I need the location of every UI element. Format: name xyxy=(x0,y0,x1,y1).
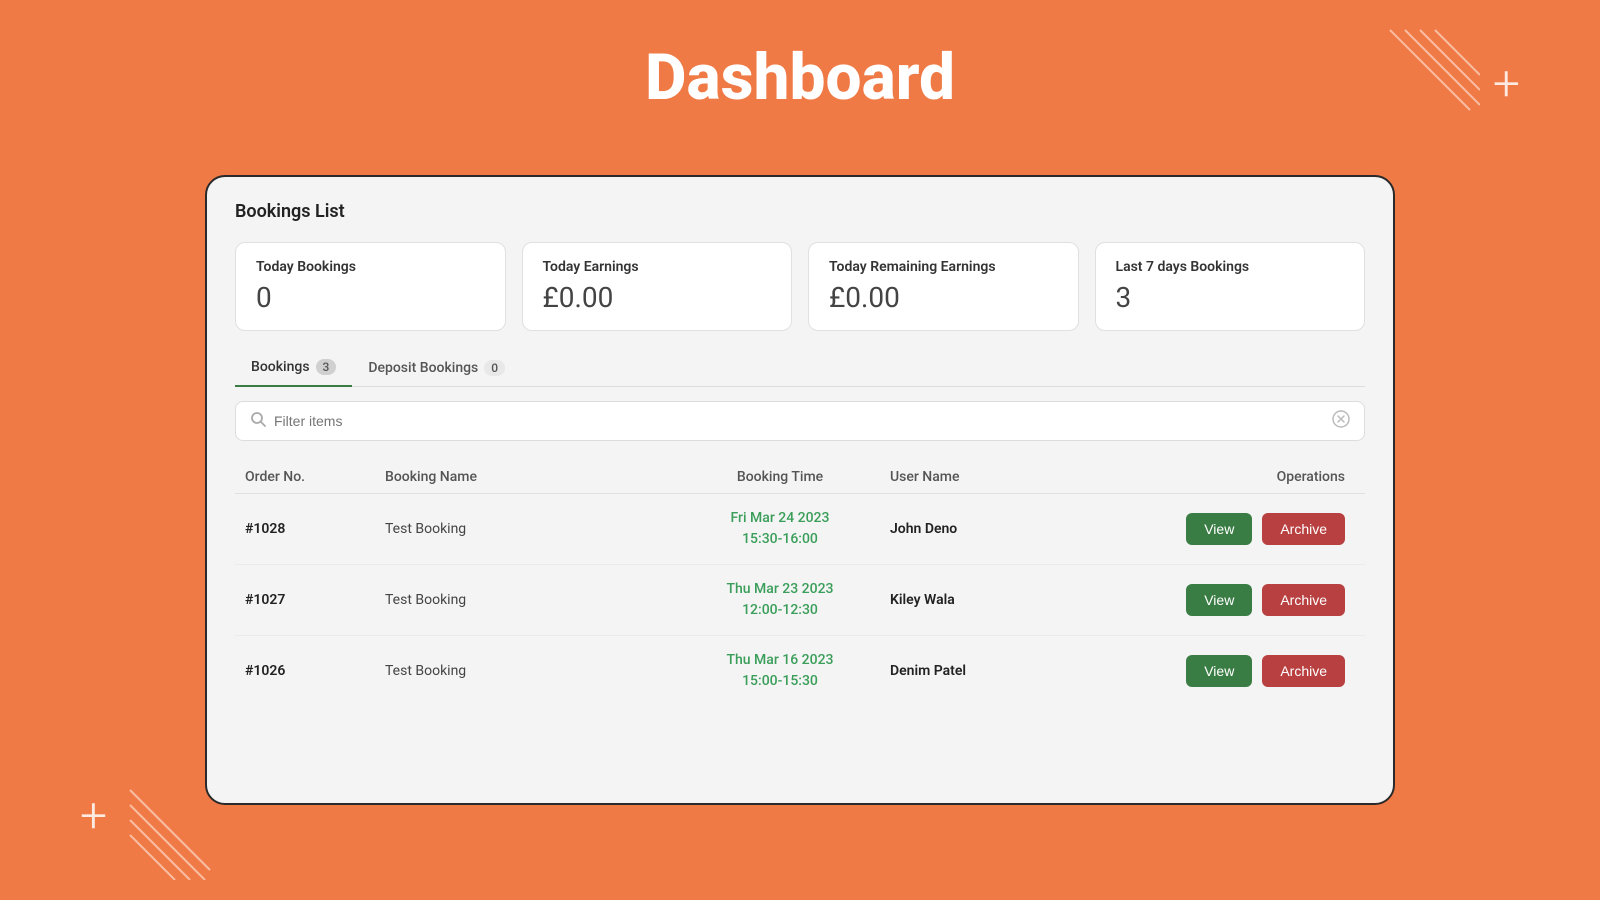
cell-order-1027: #1027 xyxy=(245,592,385,608)
cell-user-1028: John Deno xyxy=(890,521,1070,537)
cell-order-1026: #1026 xyxy=(245,663,385,679)
stat-value-remaining-earnings: £0.00 xyxy=(829,281,1058,314)
search-icon xyxy=(250,411,266,431)
cell-booking-name-1028: Test Booking xyxy=(385,521,670,537)
stat-card-last7days: Last 7 days Bookings 3 xyxy=(1095,242,1366,331)
cell-time-1027: Thu Mar 23 2023 12:00-12:30 xyxy=(670,579,890,621)
col-header-operations: Operations xyxy=(1070,469,1355,485)
stats-row: Today Bookings 0 Today Earnings £0.00 To… xyxy=(235,242,1365,331)
cell-user-1027: Kiley Wala xyxy=(890,592,1070,608)
stat-label-today-earnings: Today Earnings xyxy=(543,259,772,275)
cell-time-1028: Fri Mar 24 2023 15:30-16:00 xyxy=(670,508,890,550)
cell-ops-1028: View Archive xyxy=(1070,513,1355,545)
tab-deposit-bookings[interactable]: Deposit Bookings 0 xyxy=(352,351,521,386)
plus-icon-bottom-left: + xyxy=(80,792,107,840)
stat-label-today-bookings: Today Bookings xyxy=(256,259,485,275)
bookings-list-title: Bookings List xyxy=(235,201,1365,222)
stat-card-today-bookings: Today Bookings 0 xyxy=(235,242,506,331)
table-row: #1028 Test Booking Fri Mar 24 2023 15:30… xyxy=(235,494,1365,565)
archive-button-1028[interactable]: Archive xyxy=(1262,513,1345,545)
tabs-row: Bookings 3 Deposit Bookings 0 xyxy=(235,351,1365,387)
stat-label-remaining-earnings: Today Remaining Earnings xyxy=(829,259,1058,275)
stat-card-remaining-earnings: Today Remaining Earnings £0.00 xyxy=(808,242,1079,331)
stat-card-today-earnings: Today Earnings £0.00 xyxy=(522,242,793,331)
stat-value-last7days: 3 xyxy=(1116,281,1345,314)
deco-lines-top-right xyxy=(1360,20,1480,140)
col-header-booking-name: Booking Name xyxy=(385,469,670,485)
view-button-1028[interactable]: View xyxy=(1186,513,1252,545)
tab-bookings-label: Bookings xyxy=(251,359,310,375)
tab-bookings-badge: 3 xyxy=(316,359,337,375)
table-row: #1026 Test Booking Thu Mar 16 2023 15:00… xyxy=(235,636,1365,706)
main-card: Bookings List Today Bookings 0 Today Ear… xyxy=(205,175,1395,805)
tab-deposit-badge: 0 xyxy=(484,360,505,376)
stat-value-today-earnings: £0.00 xyxy=(543,281,772,314)
stat-value-today-bookings: 0 xyxy=(256,281,485,314)
tab-bookings[interactable]: Bookings 3 xyxy=(235,351,352,387)
col-header-order: Order No. xyxy=(245,469,385,485)
search-input[interactable] xyxy=(274,413,1324,429)
cell-time-1026: Thu Mar 16 2023 15:00-15:30 xyxy=(670,650,890,692)
cell-order-1028: #1028 xyxy=(245,521,385,537)
cell-booking-name-1027: Test Booking xyxy=(385,592,670,608)
cell-user-1026: Denim Patel xyxy=(890,663,1070,679)
view-button-1027[interactable]: View xyxy=(1186,584,1252,616)
tab-deposit-label: Deposit Bookings xyxy=(368,360,478,376)
col-header-booking-time: Booking Time xyxy=(670,469,890,485)
search-bar xyxy=(235,401,1365,441)
table: Order No. Booking Name Booking Time User… xyxy=(235,461,1365,706)
stat-label-last7days: Last 7 days Bookings xyxy=(1116,259,1345,275)
view-button-1026[interactable]: View xyxy=(1186,655,1252,687)
cell-booking-name-1026: Test Booking xyxy=(385,663,670,679)
cell-ops-1026: View Archive xyxy=(1070,655,1355,687)
plus-icon-top-right: + xyxy=(1493,60,1520,108)
archive-button-1027[interactable]: Archive xyxy=(1262,584,1345,616)
cell-ops-1027: View Archive xyxy=(1070,584,1355,616)
table-row: #1027 Test Booking Thu Mar 23 2023 12:00… xyxy=(235,565,1365,636)
table-header: Order No. Booking Name Booking Time User… xyxy=(235,461,1365,494)
col-header-user-name: User Name xyxy=(890,469,1070,485)
search-clear-icon[interactable] xyxy=(1332,410,1350,432)
archive-button-1026[interactable]: Archive xyxy=(1262,655,1345,687)
